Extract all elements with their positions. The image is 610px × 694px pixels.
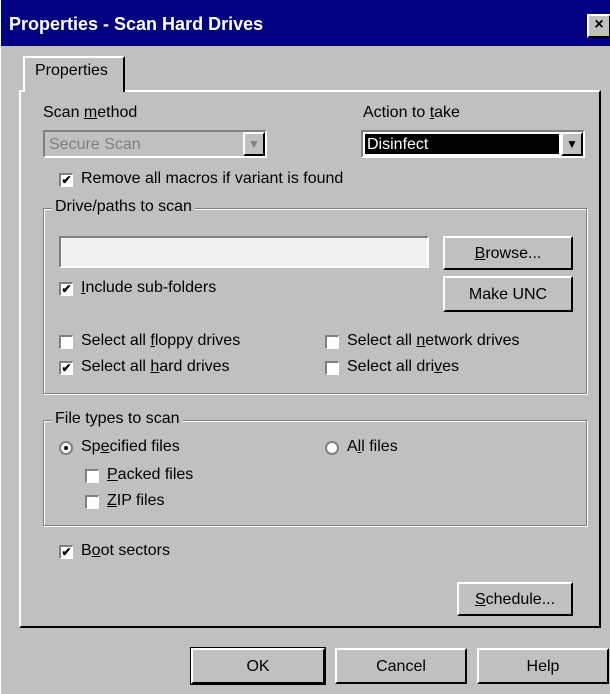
specified-files-radio[interactable] (59, 441, 73, 455)
radio-selected-dot (64, 446, 68, 450)
cancel-button[interactable]: Cancel (335, 648, 467, 684)
zip-files-label: ZIP files (107, 492, 165, 509)
window-title: Properties - Scan Hard Drives (9, 14, 264, 34)
hard-drives-label: Select all hard drives (81, 358, 230, 375)
properties-dialog: Properties - Scan Hard Drives × Properti… (0, 0, 610, 694)
boot-sectors-checkbox[interactable]: ✔ (59, 545, 73, 559)
zip-files-checkbox[interactable] (85, 495, 99, 509)
all-drives-label: Select all drives (347, 358, 460, 375)
drive-paths-legend: Drive/paths to scan (52, 198, 195, 216)
hard-drives-checkbox[interactable]: ✔ (59, 361, 73, 375)
close-icon: × (594, 16, 604, 33)
chevron-down-icon[interactable]: ▼ (243, 132, 265, 156)
action-select[interactable]: Disinfect ▼ (361, 130, 585, 158)
scan-method-value: Secure Scan (49, 136, 141, 153)
file-types-legend: File types to scan (52, 410, 183, 428)
make-unc-button[interactable]: Make UNC (443, 276, 573, 312)
network-drives-checkbox[interactable] (325, 335, 339, 349)
include-subfolders-label: Include sub-folders (81, 279, 217, 296)
specified-files-label: Specified files (81, 438, 180, 455)
ok-button[interactable]: OK (190, 647, 326, 685)
path-input[interactable] (59, 236, 429, 268)
close-button[interactable]: × (587, 14, 610, 38)
remove-macros-label: Remove all macros if variant is found (81, 170, 344, 187)
remove-macros-checkbox[interactable]: ✔ (59, 173, 73, 187)
browse-button[interactable]: Browse... (443, 236, 573, 270)
packed-files-label: Packed files (107, 466, 194, 483)
include-subfolders-checkbox[interactable]: ✔ (59, 282, 73, 296)
floppy-drives-checkbox[interactable] (59, 335, 73, 349)
floppy-drives-label: Select all floppy drives (81, 332, 241, 349)
tab-properties[interactable]: Properties (23, 56, 125, 92)
schedule-button[interactable]: Schedule... (457, 582, 573, 616)
network-drives-label: Select all network drives (347, 332, 520, 349)
boot-sectors-label: Boot sectors (81, 542, 170, 559)
packed-files-checkbox[interactable] (85, 469, 99, 483)
action-label: Action to take (363, 104, 460, 121)
help-button[interactable]: Help (477, 648, 609, 684)
all-files-label: All files (347, 438, 398, 455)
title-bar: Properties - Scan Hard Drives × (1, 0, 610, 46)
action-value: Disinfect (365, 134, 559, 154)
chevron-down-icon[interactable]: ▼ (561, 132, 583, 156)
all-drives-checkbox[interactable] (325, 361, 339, 375)
scan-method-select[interactable]: Secure Scan ▼ (43, 130, 267, 158)
scan-method-label: Scan method (43, 104, 138, 121)
tab-properties-label: Properties (35, 62, 108, 79)
all-files-radio[interactable] (325, 441, 339, 455)
